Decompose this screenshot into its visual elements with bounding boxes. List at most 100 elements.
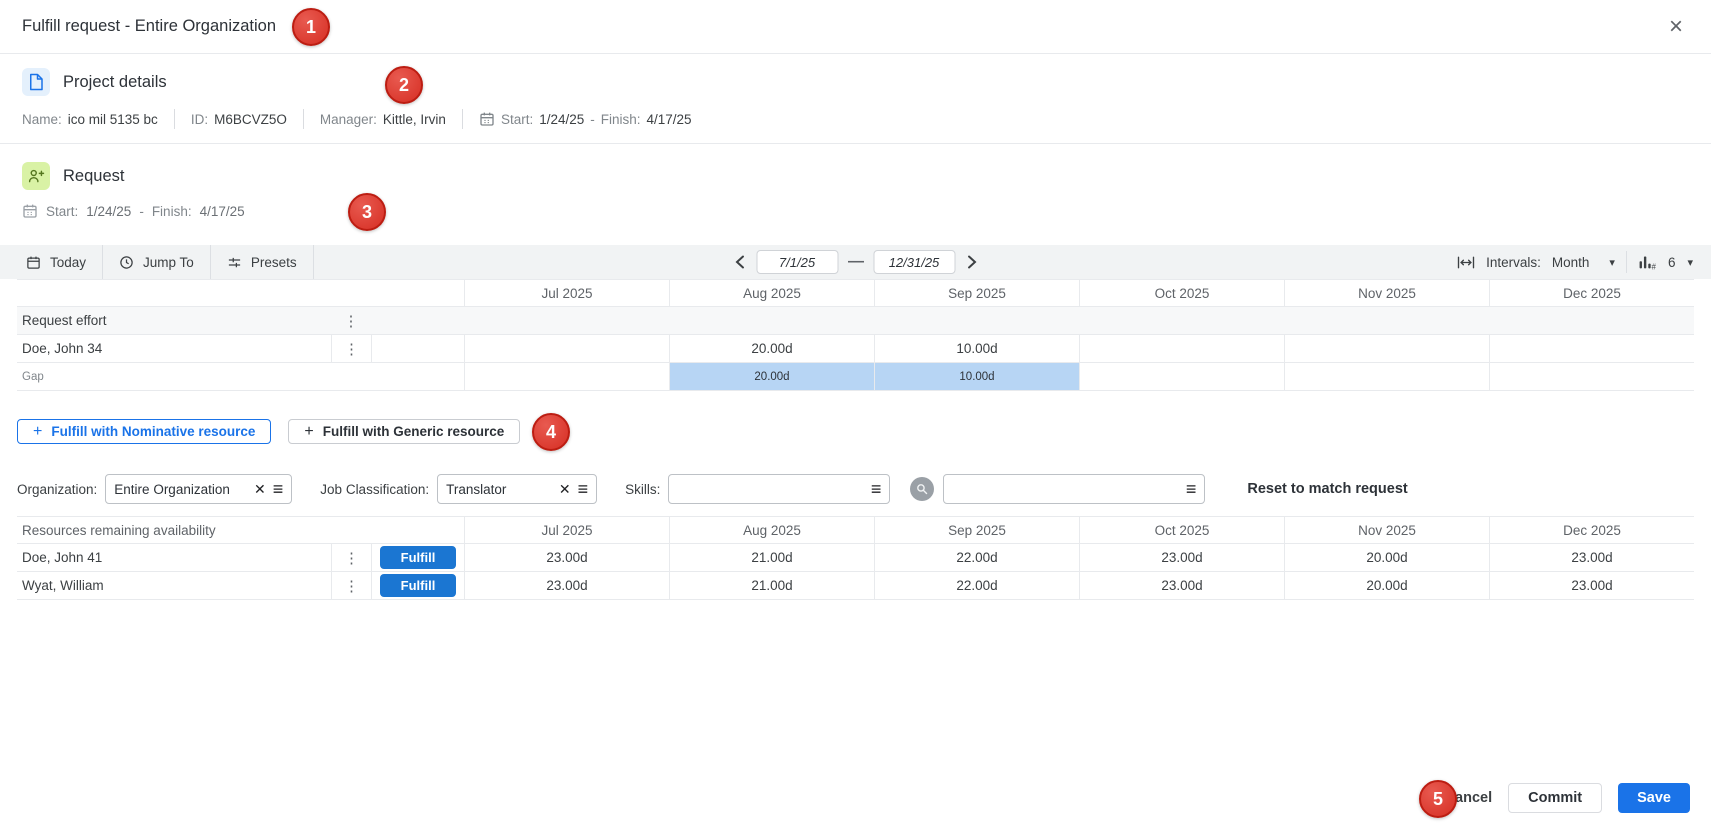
fulfill-generic-button[interactable]: + Fulfill with Generic resource (288, 419, 520, 444)
effort-cell[interactable] (1489, 335, 1694, 362)
list-picker-icon[interactable]: ≡ (1186, 484, 1197, 495)
gap-cell (1489, 363, 1694, 390)
person-add-icon (22, 162, 50, 190)
effort-cell[interactable] (1284, 335, 1489, 362)
month-header: Jul 2025 (464, 280, 669, 306)
effort-cell[interactable] (464, 335, 669, 362)
calendar-icon (479, 111, 495, 127)
availability-cell: 20.00d (1284, 572, 1489, 599)
effort-cell[interactable]: 10.00d (874, 335, 1079, 362)
kebab-menu-icon[interactable]: ⋮ (331, 335, 371, 362)
gap-row: Gap 20.00d 10.00d (17, 363, 1694, 391)
availability-cell: 23.00d (464, 544, 669, 571)
save-button[interactable]: Save (1618, 783, 1690, 813)
availability-table-header: Resources remaining availability Jul 202… (17, 516, 1694, 544)
range-end-input[interactable] (873, 250, 955, 274)
availability-cell: 21.00d (669, 572, 874, 599)
availability-cell: 20.00d (1284, 544, 1489, 571)
kebab-menu-icon[interactable]: ⋮ (331, 307, 371, 334)
skills-input[interactable]: ≡ (668, 474, 890, 504)
chevron-right-icon[interactable] (965, 253, 978, 271)
reset-to-match-request-button[interactable]: Reset to match request (1247, 481, 1407, 497)
month-header: Dec 2025 (1489, 280, 1694, 306)
availability-cell: 22.00d (874, 572, 1079, 599)
month-header: Dec 2025 (1489, 517, 1694, 543)
availability-table: Resources remaining availability Jul 202… (17, 516, 1694, 600)
step-badge-2: 2 (385, 66, 423, 104)
effort-cell[interactable]: 20.00d (669, 335, 874, 362)
clear-icon[interactable]: ✕ (559, 481, 571, 498)
presets-button[interactable]: Presets (211, 245, 314, 279)
request-effort-row: Request effort ⋮ (17, 307, 1694, 335)
organization-input[interactable]: Entire Organization ✕ ≡ (105, 474, 292, 504)
step-badge-3: 3 (348, 193, 386, 231)
chart-count-select[interactable]: 6 ▾ (1668, 255, 1693, 270)
kebab-menu-icon[interactable]: ⋮ (331, 544, 371, 571)
fulfill-button[interactable]: Fulfill (380, 574, 456, 597)
kebab-menu-icon[interactable]: ⋮ (331, 572, 371, 599)
chevron-left-icon[interactable] (733, 253, 746, 271)
project-dates: Start: 1/24/25 - Finish: 4/17/25 (463, 109, 708, 129)
availability-cell: 22.00d (874, 544, 1079, 571)
intervals-icon (1457, 255, 1475, 270)
fulfill-button[interactable]: Fulfill (380, 546, 456, 569)
availability-cell: 23.00d (1079, 544, 1284, 571)
date-range-nav: — (733, 250, 978, 274)
commit-button[interactable]: Commit (1508, 783, 1602, 813)
project-meta-row: Name: ico mil 5135 bc ID: M6BCVZ5O Manag… (22, 109, 1689, 129)
month-header: Nov 2025 (1284, 517, 1489, 543)
row-label: Doe, John 34 (17, 335, 331, 362)
toolbar-divider (1626, 251, 1627, 273)
plus-icon: + (33, 424, 42, 440)
today-button[interactable]: Today (10, 245, 103, 279)
dialog-title: Fulfill request - Entire Organization (22, 17, 276, 36)
row-label: Gap (17, 363, 464, 390)
gap-cell (1079, 363, 1284, 390)
timeline-toolbar: Today Jump To Presets (0, 245, 1711, 279)
month-header: Oct 2025 (1079, 517, 1284, 543)
close-icon[interactable]: × (1663, 13, 1689, 41)
list-picker-icon[interactable]: ≡ (871, 484, 882, 495)
resource-search-input[interactable]: ≡ (943, 474, 1205, 504)
availability-cell: 23.00d (1079, 572, 1284, 599)
project-manager: Manager: Kittle, Irvin (304, 109, 463, 129)
list-picker-icon[interactable]: ≡ (578, 484, 589, 495)
request-dates: Start: 1/24/25 - Finish: 4/17/25 (22, 203, 1689, 219)
dialog-titlebar: Fulfill request - Entire Organization × (0, 0, 1711, 54)
request-table-header: Jul 2025 Aug 2025 Sep 2025 Oct 2025 Nov … (17, 279, 1694, 307)
month-header: Nov 2025 (1284, 280, 1489, 306)
project-details-section: Project details Name: ico mil 5135 bc ID… (0, 54, 1711, 144)
availability-row: Wyat, William ⋮ Fulfill 23.00d 21.00d 22… (17, 572, 1694, 600)
gap-cell-highlighted: 10.00d (874, 363, 1079, 390)
request-section: Request Start: 1/24/25 - Finish: 4/17/25 (0, 144, 1711, 245)
chart-count-icon: # (1638, 254, 1657, 270)
job-classification-label: Job Classification: (320, 482, 429, 497)
svg-text:#: # (1651, 263, 1656, 270)
search-icon[interactable] (910, 477, 934, 501)
list-picker-icon[interactable]: ≡ (273, 484, 284, 495)
request-effort-table: Jul 2025 Aug 2025 Sep 2025 Oct 2025 Nov … (17, 279, 1694, 391)
availability-cell: 21.00d (669, 544, 874, 571)
fulfill-nominative-button[interactable]: + Fulfill with Nominative resource (17, 419, 271, 444)
effort-cell[interactable] (1079, 335, 1284, 362)
clear-icon[interactable]: ✕ (254, 481, 266, 498)
row-label: Request effort (17, 307, 331, 334)
organization-label: Organization: (17, 482, 97, 497)
job-classification-input[interactable]: Translator ✕ ≡ (437, 474, 597, 504)
footer-actions: Cancel Commit Save (1445, 783, 1690, 813)
calendar-icon (22, 203, 38, 219)
gap-cell (464, 363, 669, 390)
interval-select[interactable]: Month ▾ (1552, 255, 1615, 270)
resource-name: Doe, John 41 (17, 544, 331, 571)
project-details-title: Project details (63, 73, 167, 92)
project-name: Name: ico mil 5135 bc (22, 109, 175, 129)
jump-to-button[interactable]: Jump To (103, 245, 211, 279)
availability-title: Resources remaining availability (17, 517, 464, 543)
request-title: Request (63, 167, 124, 186)
resource-name: Wyat, William (17, 572, 331, 599)
request-resource-row: Doe, John 34 ⋮ 20.00d 10.00d (17, 335, 1694, 363)
chevron-down-icon: ▾ (1609, 256, 1615, 269)
gap-cell-highlighted: 20.00d (669, 363, 874, 390)
step-badge-5: 5 (1419, 780, 1457, 818)
range-start-input[interactable] (756, 250, 838, 274)
